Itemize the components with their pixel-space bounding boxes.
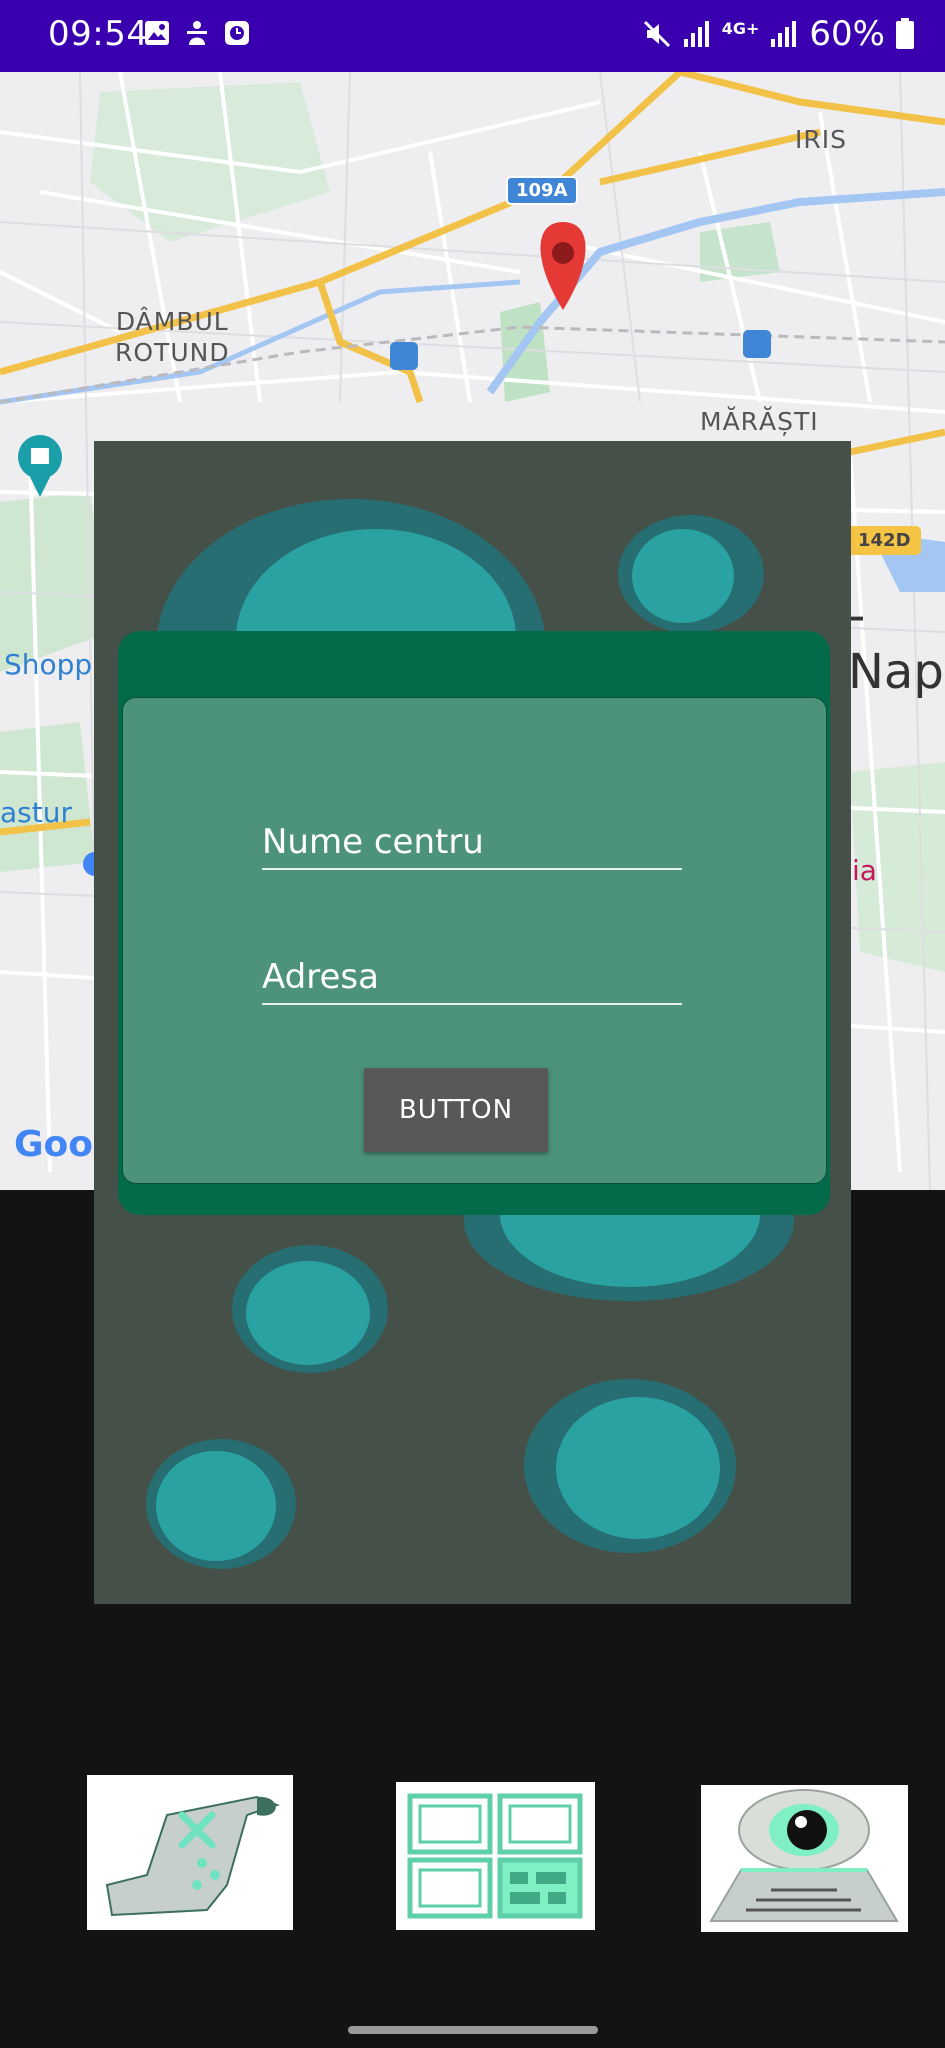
status-bar: 09:54 4G+ 60% — [0, 0, 945, 72]
submit-button[interactable]: BUTTON — [364, 1068, 548, 1152]
nav-dashboard-button[interactable] — [396, 1782, 595, 1930]
google-logo: Goo — [14, 1124, 94, 1165]
map-label-astur: astur — [0, 796, 72, 829]
status-time: 09:54 — [48, 14, 149, 54]
center-name-field[interactable]: Nume centru — [262, 822, 682, 870]
bubble-inner — [246, 1261, 370, 1365]
bubble-decoration — [232, 1245, 388, 1373]
eye-monitor-icon — [709, 1789, 899, 1922]
nav-map-button[interactable] — [87, 1775, 293, 1930]
map-scroll-icon — [105, 1795, 280, 1917]
signal-icon — [683, 21, 709, 47]
address-input[interactable]: Adresa — [262, 957, 682, 1003]
signal-icon — [771, 21, 797, 47]
mute-icon — [643, 20, 670, 48]
image-icon — [145, 21, 169, 45]
map-label-dambul-text: DÂMBUL ROTUND — [115, 307, 230, 367]
status-notification-icons — [144, 20, 250, 46]
map-road-142d: 142D — [848, 526, 921, 555]
battery-icon — [896, 18, 914, 49]
dashboard-grid-icon — [407, 1793, 583, 1919]
bubble-decoration — [524, 1379, 736, 1553]
address-field[interactable]: Adresa — [262, 957, 682, 1005]
center-name-input[interactable]: Nume centru — [262, 822, 682, 868]
map-label-dambul: DÂMBUL ROTUND — [115, 306, 230, 368]
map-label-ia: ia — [852, 854, 877, 887]
nav-view-button[interactable] — [701, 1785, 908, 1932]
battery-percent: 60% — [809, 14, 885, 54]
map-label-iris: IRIS — [795, 125, 847, 154]
bubble-inner — [632, 529, 734, 623]
bubble-inner — [156, 1451, 276, 1561]
map-label-marasti: MĂRĂȘTI — [700, 407, 819, 436]
map-road-109a: 109A — [506, 176, 578, 205]
map-label-shopp: Shopp — [4, 648, 93, 681]
clock-app-icon — [225, 21, 249, 45]
bubble-inner — [556, 1397, 720, 1539]
network-type: 4G+ — [721, 18, 760, 38]
status-right: 4G+ 60% — [642, 14, 915, 54]
home-indicator[interactable] — [348, 2026, 598, 2034]
map-label-nap: -Nap — [848, 588, 944, 700]
bubble-decoration — [146, 1439, 296, 1569]
bubble-decoration — [618, 515, 764, 633]
accessibility-icon — [187, 21, 207, 45]
